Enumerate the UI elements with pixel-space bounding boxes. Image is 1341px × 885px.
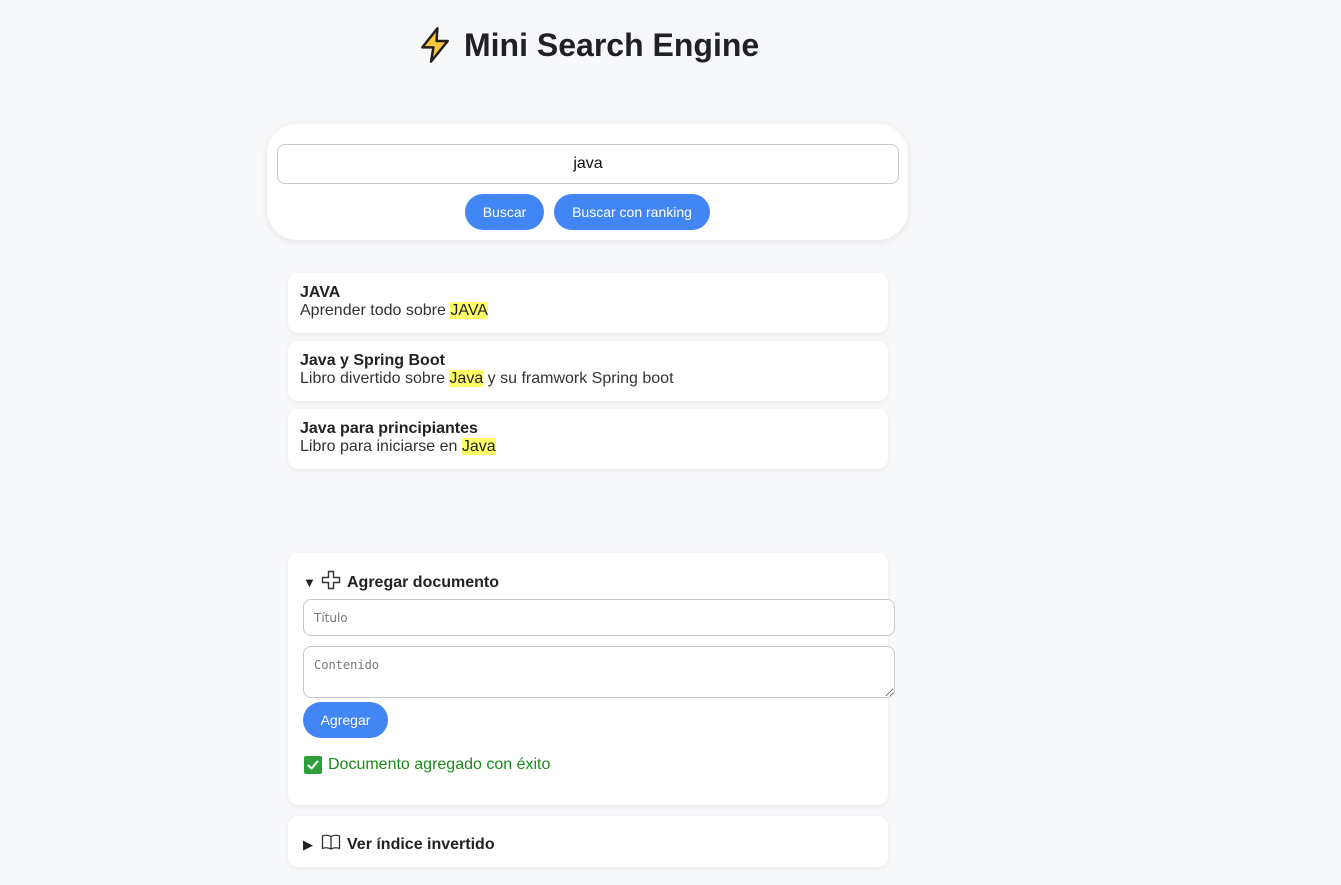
book-icon xyxy=(321,833,341,856)
result-snippet: Libro para iniciarse en Java xyxy=(300,438,496,455)
lightning-icon xyxy=(416,26,454,64)
result-title: Java para principiantes xyxy=(300,420,478,437)
add-document-toggle[interactable]: ▼ Agregar documento xyxy=(303,570,499,595)
check-icon xyxy=(304,756,322,774)
search-highlight: Java xyxy=(461,438,496,455)
search-button[interactable]: Buscar xyxy=(465,194,544,230)
status-text: Documento agregado con éxito xyxy=(328,756,551,773)
page: Mini Search Engine Buscar Buscar con ran… xyxy=(0,0,1341,885)
inverted-index-label: Ver índice invertido xyxy=(347,835,495,853)
result-title: JAVA xyxy=(300,284,341,301)
inverted-index-panel: ▶ Ver índice invertido xyxy=(288,816,888,867)
content-field[interactable] xyxy=(303,646,895,698)
search-ranking-button[interactable]: Buscar con ranking xyxy=(554,194,710,230)
result-item[interactable]: Java y Spring Boot Libro divertido sobre… xyxy=(288,341,888,401)
search-highlight: Java xyxy=(449,370,484,387)
inverted-index-toggle[interactable]: ▶ Ver índice invertido xyxy=(303,833,495,856)
caret-down-icon: ▼ xyxy=(303,575,316,590)
add-document-label: Agregar documento xyxy=(347,573,500,591)
caret-right-icon: ▶ xyxy=(303,836,313,852)
plus-icon xyxy=(321,570,341,595)
add-button[interactable]: Agregar xyxy=(303,702,388,738)
search-card: Buscar Buscar con ranking xyxy=(267,124,908,240)
result-snippet: Libro divertido sobre Java y su framwork… xyxy=(300,370,674,387)
page-title-text: Mini Search Engine xyxy=(464,26,760,63)
search-highlight: JAVA xyxy=(450,302,488,319)
add-document-panel: ▼ Agregar documento Agregar Documento ag… xyxy=(288,553,895,805)
page-title: Mini Search Engine xyxy=(416,22,759,68)
status-message: Documento agregado con éxito xyxy=(304,756,550,774)
result-item[interactable]: JAVA Aprender todo sobre JAVA xyxy=(288,273,888,333)
title-field[interactable] xyxy=(303,599,895,636)
result-item[interactable]: Java para principiantes Libro para inici… xyxy=(288,409,888,469)
result-snippet: Aprender todo sobre JAVA xyxy=(300,302,488,319)
search-input[interactable] xyxy=(277,144,899,184)
result-title: Java y Spring Boot xyxy=(300,352,445,369)
